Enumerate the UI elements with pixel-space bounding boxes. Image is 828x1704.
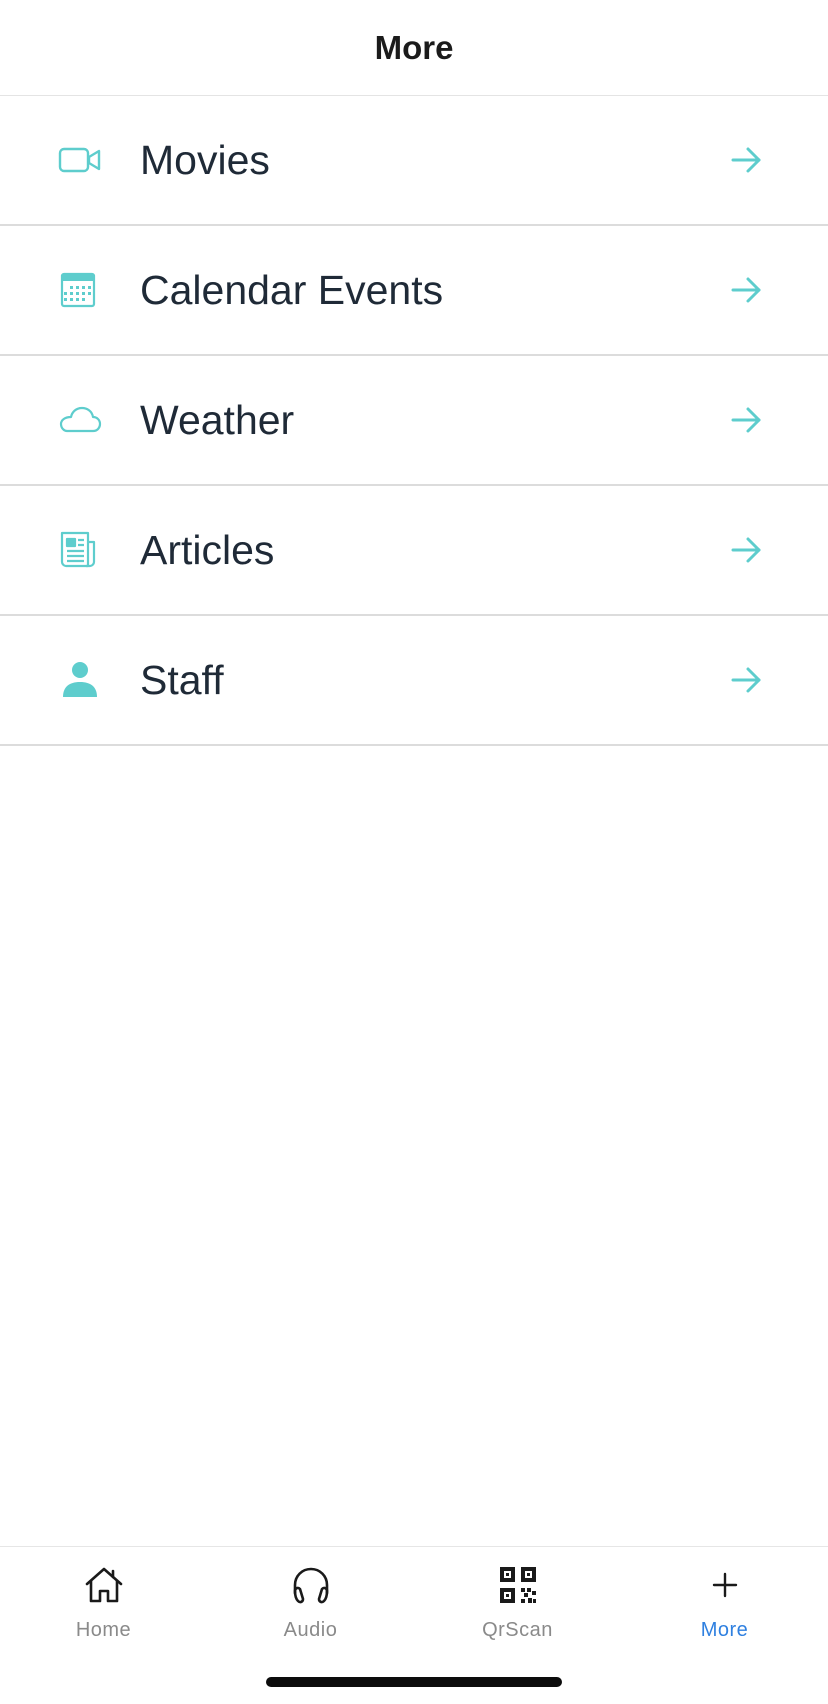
arrow-right-icon (730, 405, 764, 435)
arrow-right-icon (730, 275, 764, 305)
person-icon (56, 660, 104, 700)
menu-item-staff[interactable]: Staff (0, 616, 828, 746)
tab-audio[interactable]: Audio (207, 1547, 414, 1657)
plus-icon (703, 1563, 747, 1607)
cloud-icon (56, 400, 104, 440)
header: More (0, 0, 828, 96)
home-indicator[interactable] (266, 1677, 562, 1687)
tab-more[interactable]: More (621, 1547, 828, 1657)
tab-qrscan[interactable]: QrScan (414, 1547, 621, 1657)
menu-item-label: Weather (140, 397, 295, 443)
headphones-icon (289, 1563, 333, 1607)
calendar-icon (56, 270, 104, 310)
menu-item-label: Movies (140, 137, 270, 183)
arrow-right-icon (730, 145, 764, 175)
tab-home[interactable]: Home (0, 1547, 207, 1657)
arrow-right-icon (730, 665, 764, 695)
tab-label: QrScan (482, 1619, 553, 1641)
arrow-right-icon (730, 535, 764, 565)
menu-item-weather[interactable]: Weather (0, 356, 828, 486)
menu-item-movies[interactable]: Movies (0, 96, 828, 226)
home-icon (82, 1563, 126, 1607)
menu-item-label: Articles (140, 527, 275, 573)
page-title: More (374, 28, 454, 66)
newspaper-icon (56, 530, 104, 570)
menu-item-label: Staff (140, 657, 224, 703)
tab-label: Audio (283, 1619, 338, 1641)
menu-item-calendar-events[interactable]: Calendar Events (0, 226, 828, 356)
tab-label: More (700, 1619, 749, 1641)
menu-item-articles[interactable]: Articles (0, 486, 828, 616)
video-camera-icon (56, 140, 104, 180)
tab-label: Home (75, 1619, 132, 1641)
more-menu-list: Movies Calendar Events Weather Articles … (0, 96, 828, 746)
qr-code-icon (496, 1563, 540, 1607)
menu-item-label: Calendar Events (140, 267, 444, 313)
